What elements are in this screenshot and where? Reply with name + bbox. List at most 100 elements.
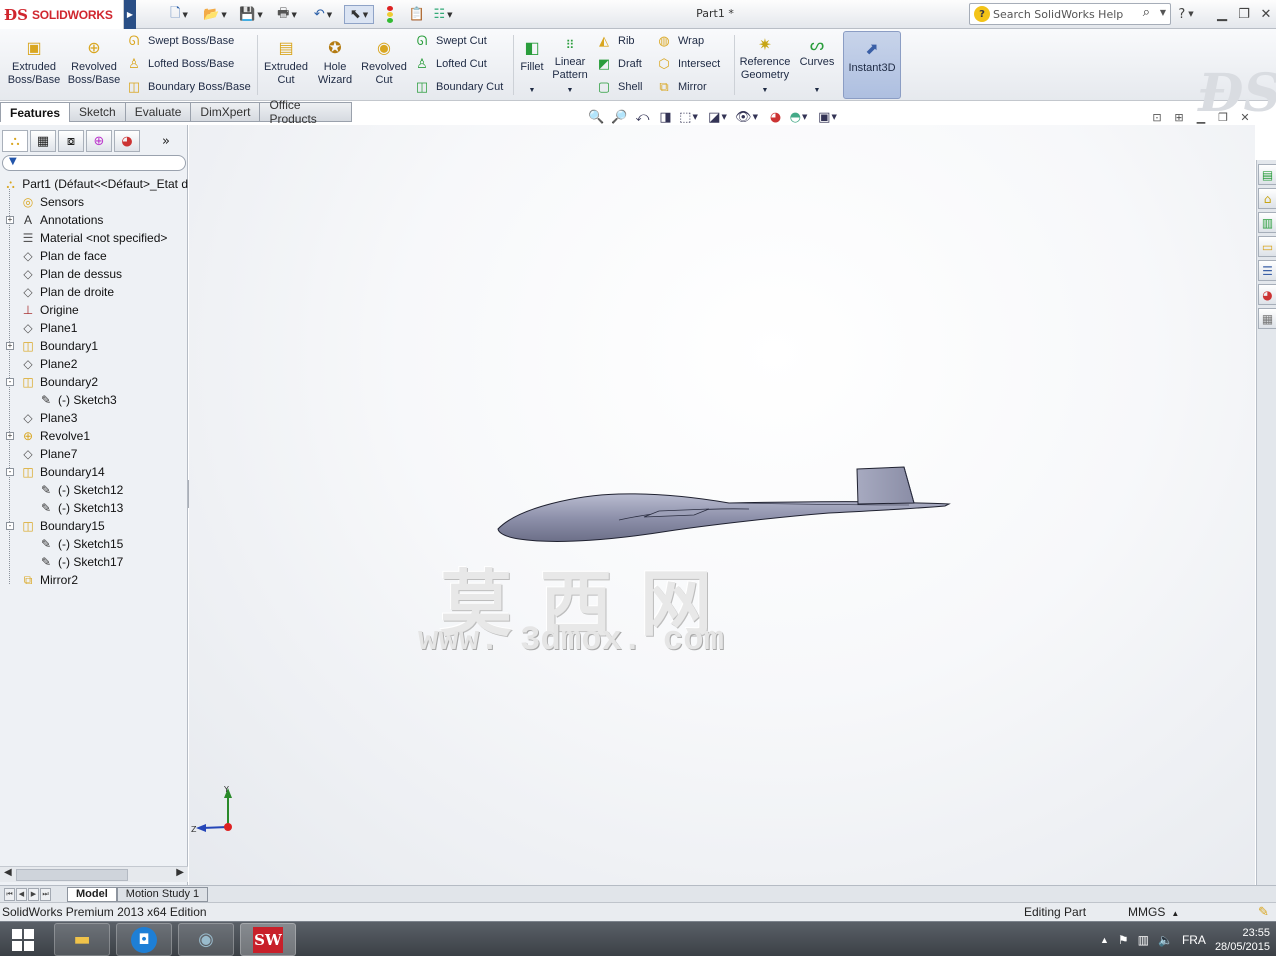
expand-icon[interactable]: +: [6, 432, 14, 440]
previous-view-button[interactable]: ⤺: [633, 108, 652, 126]
hide-show-items-button[interactable]: 👁 ▼: [735, 108, 758, 126]
select-button[interactable]: ⬉ ▼: [344, 5, 374, 24]
first-tab-icon[interactable]: ⏮: [4, 887, 15, 901]
dimxpert-manager-tab[interactable]: ⊕: [86, 130, 112, 152]
appearances-tab[interactable]: ◕: [1258, 284, 1276, 305]
swept-cut-button[interactable]: ᘏ Swept Cut: [414, 31, 503, 51]
scroll-right-icon[interactable]: ▶: [176, 867, 184, 878]
configuration-manager-tab[interactable]: ⧇: [58, 130, 84, 152]
solidworks-logo[interactable]: ƉS SOLIDWORKS: [0, 0, 124, 29]
boundary-boss-button[interactable]: ◫ Boundary Boss/Base: [126, 77, 251, 97]
tree-node[interactable]: + ⊕ Revolve1: [0, 427, 188, 445]
tree-node[interactable]: - ◫ Boundary2: [0, 373, 188, 391]
tree-node[interactable]: ◇ Plane7: [0, 445, 188, 463]
media-player-taskbar-button[interactable]: ◉: [178, 923, 234, 956]
collapse-icon[interactable]: -: [6, 378, 14, 386]
scroll-thumb[interactable]: [16, 869, 128, 881]
tab-dimxpert[interactable]: DimXpert: [191, 102, 261, 122]
viewport-link-icon[interactable]: ⊞: [1170, 110, 1188, 124]
tab-office-products[interactable]: Office Products: [260, 98, 352, 126]
tree-node[interactable]: - ◫ Boundary14: [0, 463, 188, 481]
open-button[interactable]: 📂 ▼: [200, 5, 230, 24]
view-palette-tab[interactable]: ☰: [1258, 260, 1276, 281]
custom-properties-tab[interactable]: ▦: [1258, 308, 1276, 329]
viewport-restore-icon[interactable]: ❐: [1214, 110, 1232, 124]
tree-filter-field[interactable]: ▼: [2, 155, 186, 171]
viewport-close-icon[interactable]: ✕: [1236, 110, 1254, 124]
tree-node[interactable]: ⛬ Part1 (Défaut<<Défaut>_Etat d: [0, 175, 188, 193]
search-help-field[interactable]: ? Search SolidWorks Help ⌕ ▼: [969, 3, 1171, 25]
help-button[interactable]: ? ▼: [1176, 5, 1196, 23]
start-button[interactable]: [8, 926, 38, 954]
close-button[interactable]: ✕: [1256, 5, 1276, 23]
search-dropdown-icon[interactable]: ▼: [1160, 8, 1166, 17]
graphics-viewport[interactable]: 莫西网 www. 3dmox. com ⊡ ⊞ ▁ ❐ ✕: [189, 111, 1255, 885]
tree-node[interactable]: ☰ Material <not specified>: [0, 229, 188, 247]
solidworks-resources-tab[interactable]: ▤: [1258, 164, 1276, 185]
property-manager-tab[interactable]: ▦: [30, 130, 56, 152]
collapse-icon[interactable]: -: [6, 522, 14, 530]
print-button[interactable]: 🖶 ▼: [272, 5, 302, 24]
menu-expand-arrow-icon[interactable]: ▶: [124, 0, 136, 29]
tree-node[interactable]: - ◫ Boundary15: [0, 517, 188, 535]
wrap-button[interactable]: ◍ Wrap: [656, 31, 720, 51]
mirror-button[interactable]: ⧉ Mirror: [656, 77, 720, 97]
rebuild-button[interactable]: [378, 5, 402, 24]
minimize-button[interactable]: ▁: [1212, 5, 1232, 23]
zoom-to-area-button[interactable]: 🔎: [610, 108, 629, 126]
apply-scene-button[interactable]: ◓ ▼: [789, 108, 808, 126]
restore-button[interactable]: ❐: [1234, 5, 1254, 23]
fillet-button[interactable]: ◧ Fillet ▼: [515, 31, 549, 97]
curves-button[interactable]: ᔕ Curves ▼: [796, 31, 838, 97]
linear-pattern-button[interactable]: ⠿ Linear Pattern ▼: [549, 31, 591, 97]
lofted-cut-button[interactable]: ♙ Lofted Cut: [414, 54, 503, 74]
revolved-boss-button[interactable]: ⊕ Revolved Boss/Base: [64, 31, 124, 97]
tab-features[interactable]: Features: [0, 102, 71, 122]
tree-node[interactable]: ◎ Sensors: [0, 193, 188, 211]
home-tab[interactable]: ⌂: [1258, 188, 1276, 209]
options-button[interactable]: ☷ ▼: [428, 5, 458, 24]
tree-node[interactable]: ✎ (-) Sketch17: [0, 553, 188, 571]
shell-button[interactable]: ▢ Shell: [596, 77, 643, 97]
tree-node[interactable]: ✎ (-) Sketch13: [0, 499, 188, 517]
tab-evaluate[interactable]: Evaluate: [125, 102, 192, 122]
tree-node[interactable]: ⊥ Origine: [0, 301, 188, 319]
next-tab-icon[interactable]: ▶: [28, 887, 39, 901]
search-icon[interactable]: ⌕: [1143, 5, 1150, 20]
curves-dropdown-icon[interactable]: ▼: [814, 84, 821, 97]
solidworks-taskbar-button[interactable]: SW: [240, 923, 296, 956]
extruded-boss-button[interactable]: ▣ Extruded Boss/Base: [4, 31, 64, 97]
reference-geometry-button[interactable]: ✷ Reference Geometry ▼: [736, 31, 794, 97]
action-center-flag-icon[interactable]: ⚑: [1118, 933, 1129, 947]
display-manager-tab[interactable]: ◕: [114, 130, 140, 152]
tree-node[interactable]: ◇ Plane1: [0, 319, 188, 337]
feature-manager-tab[interactable]: ⛬: [2, 130, 28, 152]
hole-wizard-button[interactable]: ✪ Hole Wizard: [312, 31, 358, 97]
last-tab-icon[interactable]: ⏭: [40, 887, 51, 901]
reference-dropdown-icon[interactable]: ▼: [762, 84, 769, 97]
lofted-boss-button[interactable]: ♙ Lofted Boss/Base: [126, 54, 251, 74]
display-style-button[interactable]: ◪ ▼: [708, 108, 727, 126]
tab-motion-study[interactable]: Motion Study 1: [116, 886, 209, 902]
fillet-dropdown-icon[interactable]: ▼: [529, 84, 536, 97]
tree-node[interactable]: ◇ Plane3: [0, 409, 188, 427]
expand-icon[interactable]: +: [6, 216, 14, 224]
tree-node[interactable]: + A Annotations: [0, 211, 188, 229]
instant3d-button[interactable]: ⬈ Instant3D: [843, 31, 901, 99]
view-orientation-button[interactable]: ⬚ ▼: [679, 108, 698, 126]
pattern-dropdown-icon[interactable]: ▼: [567, 84, 574, 97]
aircraft-model[interactable]: [189, 125, 1255, 885]
prev-tab-icon[interactable]: ◀: [16, 887, 27, 901]
tree-node[interactable]: ◇ Plan de face: [0, 247, 188, 265]
file-explorer-tab[interactable]: ▭: [1258, 236, 1276, 257]
tab-sketch[interactable]: Sketch: [70, 102, 126, 122]
rib-button[interactable]: ◭ Rib: [596, 31, 642, 51]
swept-boss-button[interactable]: ᘏ Swept Boss/Base: [126, 31, 251, 51]
tree-node[interactable]: ◇ Plane2: [0, 355, 188, 373]
tray-expand-icon[interactable]: ▲: [1100, 935, 1109, 945]
network-icon[interactable]: ▥: [1138, 933, 1149, 947]
section-view-button[interactable]: ◨: [656, 108, 675, 126]
collapse-icon[interactable]: -: [6, 468, 14, 476]
draft-button[interactable]: ◩ Draft: [596, 54, 642, 74]
intersect-button[interactable]: ⬡ Intersect: [656, 54, 720, 74]
